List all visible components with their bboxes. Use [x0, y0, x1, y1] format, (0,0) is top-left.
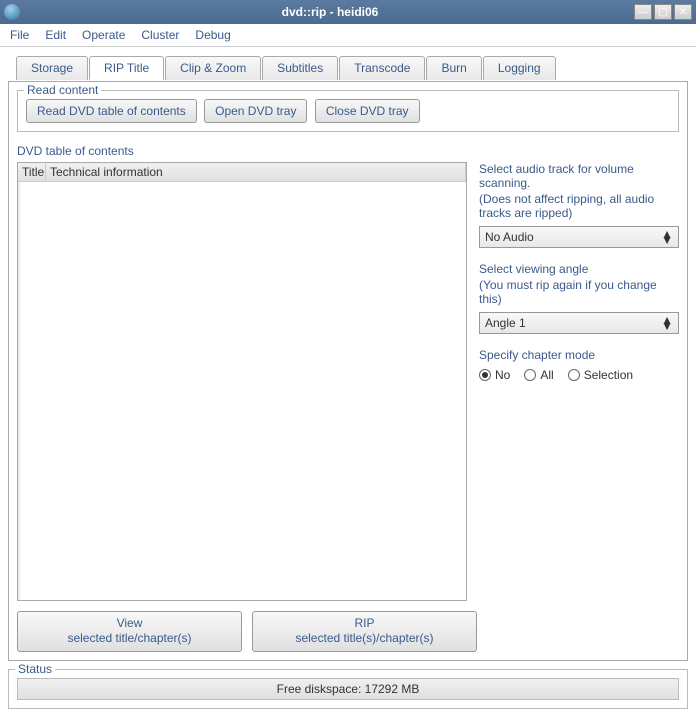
menu-cluster[interactable]: Cluster — [141, 28, 179, 42]
toc-table-header: Title Technical information — [18, 163, 466, 182]
menu-file[interactable]: File — [10, 28, 29, 42]
window-title: dvd::rip - heidi06 — [26, 5, 634, 19]
window-controls: — ▢ ✕ — [634, 4, 692, 20]
angle-note: (You must rip again if you change this) — [479, 278, 679, 306]
window-titlebar: dvd::rip - heidi06 — ▢ ✕ — [0, 0, 696, 24]
angle-group: Select viewing angle (You must rip again… — [479, 262, 679, 334]
radio-icon — [479, 369, 491, 381]
menubar: File Edit Operate Cluster Debug — [0, 24, 696, 47]
audio-dropdown[interactable]: No Audio ▲▼ — [479, 226, 679, 248]
radio-icon — [568, 369, 580, 381]
angle-dropdown[interactable]: Angle 1 ▲▼ — [479, 312, 679, 334]
spinner-arrows-icon: ▲▼ — [661, 231, 673, 243]
toc-table[interactable]: Title Technical information — [17, 162, 467, 601]
tab-content: Read content Read DVD table of contents … — [8, 81, 688, 661]
rip-button[interactable]: RIP selected title(s)/chapter(s) — [252, 611, 477, 652]
tab-logging[interactable]: Logging — [483, 56, 556, 80]
menu-debug[interactable]: Debug — [195, 28, 230, 42]
audio-dropdown-value: No Audio — [485, 230, 661, 244]
rip-button-line1: RIP — [257, 616, 472, 632]
chapter-group: Specify chapter mode No All Selection — [479, 348, 679, 382]
bottom-buttons-wrap: View selected title/chapter(s) RIP selec… — [17, 601, 477, 652]
chapter-radio-no[interactable]: No — [479, 368, 510, 382]
read-content-legend: Read content — [24, 83, 101, 97]
close-tray-button[interactable]: Close DVD tray — [315, 99, 420, 123]
angle-dropdown-value: Angle 1 — [485, 316, 661, 330]
chapter-radio-all-label: All — [540, 368, 553, 382]
content-row: Title Technical information Select audio… — [17, 162, 679, 601]
status-bar: Free diskspace: 17292 MB — [17, 678, 679, 700]
tab-storage[interactable]: Storage — [16, 56, 88, 80]
main-area: Storage RIP Title Clip & Zoom Subtitles … — [0, 47, 696, 669]
tab-clip-zoom[interactable]: Clip & Zoom — [165, 56, 261, 80]
chapter-radio-no-label: No — [495, 368, 510, 382]
menu-edit[interactable]: Edit — [45, 28, 66, 42]
status-fieldset: Status Free diskspace: 17292 MB — [8, 669, 688, 709]
app-icon — [4, 4, 20, 20]
chapter-radio-group: No All Selection — [479, 368, 679, 382]
view-button[interactable]: View selected title/chapter(s) — [17, 611, 242, 652]
chapter-radio-selection-label: Selection — [584, 368, 633, 382]
tab-burn[interactable]: Burn — [426, 56, 481, 80]
radio-icon — [524, 369, 536, 381]
chapter-label: Specify chapter mode — [479, 348, 679, 362]
read-content-fieldset: Read content Read DVD table of contents … — [17, 90, 679, 132]
tab-rip-title[interactable]: RIP Title — [89, 56, 164, 80]
read-toc-button[interactable]: Read DVD table of contents — [26, 99, 197, 123]
view-button-line1: View — [22, 616, 237, 632]
chapter-radio-selection[interactable]: Selection — [568, 368, 633, 382]
rip-button-line2: selected title(s)/chapter(s) — [257, 631, 472, 647]
audio-group: Select audio track for volume scanning. … — [479, 162, 679, 248]
toc-col-tech[interactable]: Technical information — [46, 163, 466, 181]
table-area: Title Technical information — [17, 162, 467, 601]
status-legend: Status — [15, 662, 55, 676]
minimize-button[interactable]: — — [634, 4, 652, 20]
chapter-radio-all[interactable]: All — [524, 368, 553, 382]
menu-operate[interactable]: Operate — [82, 28, 125, 42]
tab-transcode[interactable]: Transcode — [339, 56, 425, 80]
open-tray-button[interactable]: Open DVD tray — [204, 99, 307, 123]
view-button-line2: selected title/chapter(s) — [22, 631, 237, 647]
toc-col-title[interactable]: Title — [18, 163, 46, 181]
spinner-arrows-icon: ▲▼ — [661, 317, 673, 329]
close-button[interactable]: ✕ — [674, 4, 692, 20]
audio-note: (Does not affect ripping, all audio trac… — [479, 192, 679, 220]
angle-label: Select viewing angle — [479, 262, 679, 276]
maximize-button[interactable]: ▢ — [654, 4, 672, 20]
tab-subtitles[interactable]: Subtitles — [262, 56, 338, 80]
side-panel: Select audio track for volume scanning. … — [479, 162, 679, 601]
toc-label: DVD table of contents — [17, 144, 679, 158]
audio-label: Select audio track for volume scanning. — [479, 162, 679, 190]
bottom-buttons: View selected title/chapter(s) RIP selec… — [17, 611, 477, 652]
tab-bar: Storage RIP Title Clip & Zoom Subtitles … — [16, 55, 688, 79]
